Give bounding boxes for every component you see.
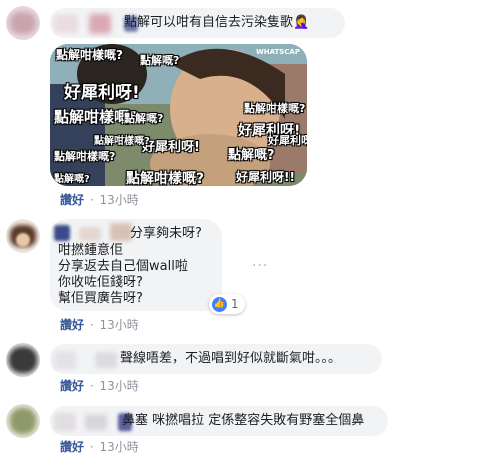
commenter-avatar[interactable] xyxy=(6,219,40,253)
comment-text: 聲線唔差，不過唱到好似就斷氣咁。。。 xyxy=(120,351,342,366)
meme-overlay-text: 點解咁樣嘅? xyxy=(54,150,116,163)
meme-overlay-text: 好犀利呀! xyxy=(142,140,200,155)
meta-separator: · xyxy=(89,318,94,332)
like-reaction-icon: 👍 xyxy=(212,296,227,312)
comment-text: 分享返去自己個wall啦 xyxy=(58,259,188,274)
commenter-name[interactable] xyxy=(54,349,118,369)
meme-overlay-text: 點解嘅? xyxy=(228,148,275,163)
meme-image[interactable]: 點解咁樣嘅? 點解嘅? 好犀利呀! 點解咁樣嘅? 點解咁樣嘅? 好犀利呀! 點解… xyxy=(50,44,307,186)
commenter-avatar[interactable] xyxy=(6,6,40,40)
comment-timestamp[interactable]: 13小時 xyxy=(100,193,139,207)
meme-overlay-text: 點解嘅? xyxy=(140,54,180,67)
comment-text: 咁撚鍾意佢 xyxy=(58,243,124,258)
meme-overlay-text: 點解嘅? xyxy=(124,112,164,125)
meta-separator: · xyxy=(89,440,94,454)
comment-text: 點解可以咁有自信去污染隻歌🤦‍♀️ xyxy=(124,15,310,30)
watermark-logo: WHATSCAP xyxy=(256,48,300,56)
comment-bubble: 聲線唔差，不過唱到好似就斷氣咁。。。 xyxy=(50,344,382,374)
comment-meta: 讚好 · 13小時 xyxy=(60,379,139,393)
more-options-icon[interactable]: ··· xyxy=(252,258,268,274)
meme-overlay-text: 好犀利呀! xyxy=(64,83,140,103)
like-link[interactable]: 讚好 xyxy=(60,440,84,454)
reaction-count: 1 xyxy=(231,297,239,311)
comment-text: 鼻塞 咪撚唱拉 定係整容失敗有野塞全個鼻 xyxy=(122,413,365,428)
meme-overlay-text: 點解咁樣嘅? xyxy=(244,102,306,115)
commenter-avatar[interactable] xyxy=(6,404,40,438)
meta-separator: · xyxy=(89,193,94,207)
comment-meta: 讚好 · 13小時 xyxy=(60,440,139,454)
comment-text: 你收咗佢錢呀? xyxy=(58,275,143,290)
commenter-avatar[interactable] xyxy=(6,343,40,377)
comment-meta: 讚好 · 13小時 xyxy=(60,193,139,207)
comment-text: 幫佢買廣告呀? xyxy=(58,291,143,306)
meme-overlay-text: 好犀利呀!! xyxy=(236,170,295,184)
like-link[interactable]: 讚好 xyxy=(60,318,84,332)
comment-timestamp[interactable]: 13小時 xyxy=(100,440,139,454)
commenter-name[interactable] xyxy=(54,411,133,431)
comment-timestamp[interactable]: 13小時 xyxy=(100,318,139,332)
reaction-count-badge[interactable]: 👍 1 xyxy=(209,294,245,314)
comment-meta: 讚好 · 13小時 xyxy=(60,318,139,332)
meme-overlay-text: 點解咁樣嘅? xyxy=(56,48,123,62)
comment-bubble: 分享夠未呀? 咁撚鍾意佢 分享返去自己個wall啦 你收咗佢錢呀? 幫佢買廣告呀… xyxy=(50,219,222,311)
comment-text: 分享夠未呀? xyxy=(130,226,202,241)
meme-overlay-text: 點解咁樣嘅? xyxy=(126,171,205,186)
meme-overlay-text: 點解咁樣嘅? xyxy=(94,136,150,147)
meta-separator: · xyxy=(89,379,94,393)
like-link[interactable]: 讚好 xyxy=(60,379,84,393)
comment-bubble: 鼻塞 咪撚唱拉 定係整容失敗有野塞全個鼻 xyxy=(50,406,388,436)
like-link[interactable]: 讚好 xyxy=(60,193,84,207)
comment-bubble: 點解可以咁有自信去污染隻歌🤦‍♀️ xyxy=(50,8,345,38)
comment-timestamp[interactable]: 13小時 xyxy=(100,379,139,393)
meme-overlay-text: 點解嘅? xyxy=(54,174,90,185)
